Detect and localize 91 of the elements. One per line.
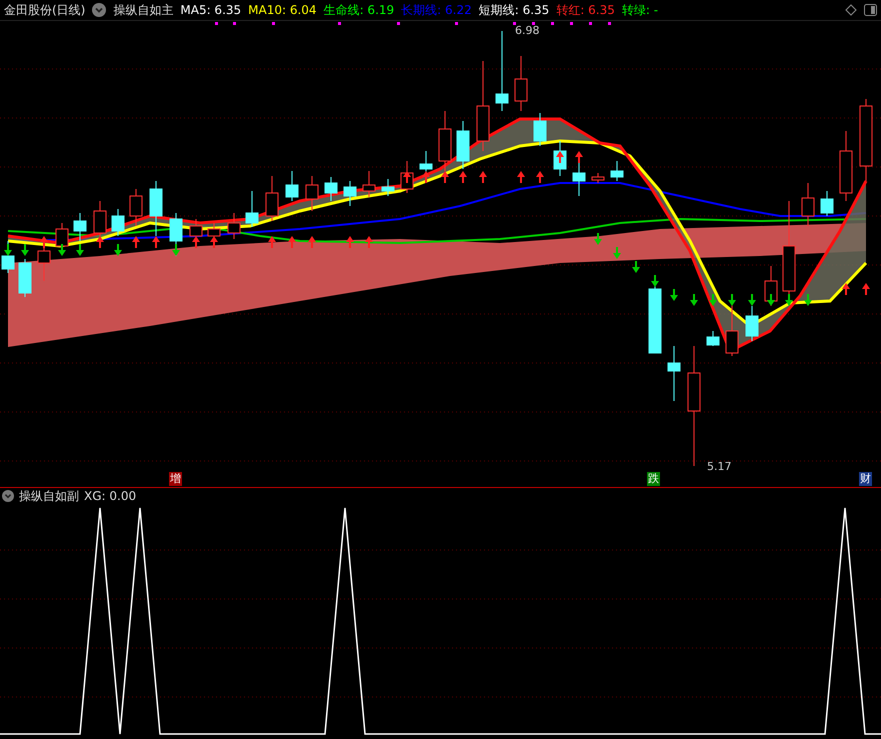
up-arrow [346, 236, 354, 248]
signal-marker: 跌 [647, 472, 660, 486]
candlestick [746, 306, 758, 342]
up-arrow [479, 171, 487, 183]
down-arrow [594, 233, 602, 245]
candlestick [648, 286, 662, 354]
up-arrow [575, 151, 583, 163]
candlestick [592, 172, 604, 184]
panel-toggle-icon[interactable] [864, 4, 877, 16]
down-arrow [21, 244, 29, 256]
legend-value: MA5: 6.35 [180, 3, 242, 17]
up-arrow [842, 283, 850, 295]
down-arrow [76, 244, 84, 256]
down-arrow [172, 244, 180, 256]
candlestick [2, 240, 14, 274]
indicator-name: 操纵自如主 [113, 2, 174, 18]
xg-reading: XG: 0.00 [84, 489, 136, 503]
candlestick [456, 120, 470, 170]
down-arrow [728, 294, 736, 306]
candlestick [266, 176, 278, 222]
chevron-down-icon[interactable] [2, 490, 14, 502]
up-arrow [556, 151, 564, 163]
legend-value: MA10: 6.04 [248, 3, 317, 17]
up-arrow [96, 236, 104, 248]
down-arrow [613, 247, 621, 259]
down-arrow [785, 294, 793, 306]
candlestick [130, 188, 142, 226]
candlestick [246, 190, 258, 228]
signal-marker: 增 [169, 472, 182, 486]
candlestick [112, 208, 124, 236]
down-arrow [804, 294, 812, 306]
down-arrow [767, 294, 775, 306]
indicator-name: 操纵自如副 [19, 488, 79, 504]
candlestick [324, 176, 338, 202]
legend-value: 长期线: 6.22 [401, 2, 472, 18]
up-arrow [268, 236, 276, 248]
up-arrow [192, 236, 200, 248]
up-arrow [441, 171, 449, 183]
signal-marker: 财 [859, 472, 872, 486]
up-arrow [403, 171, 411, 183]
down-arrow [709, 294, 717, 306]
low-price-label: 5.17 [707, 460, 732, 473]
candlestick [820, 190, 834, 216]
candlestick [534, 112, 546, 146]
candlestick [306, 176, 318, 212]
down-arrow [4, 244, 12, 256]
down-arrow [748, 294, 756, 306]
candlestick [286, 170, 298, 202]
stock-title: 金田股份(日线) [4, 2, 86, 18]
candlestick [362, 170, 376, 198]
up-arrow [132, 236, 140, 248]
up-arrow [862, 283, 870, 295]
candlestick [668, 346, 680, 402]
up-arrow [365, 236, 373, 248]
candlestick [764, 266, 778, 306]
down-arrow [58, 244, 66, 256]
up-arrow [536, 171, 544, 183]
down-arrow [114, 244, 122, 256]
down-arrow [690, 294, 698, 306]
candlestick [802, 182, 814, 226]
diamond-icon[interactable] [845, 4, 857, 16]
candlestick [344, 180, 356, 206]
legend-value: 转绿: - [622, 2, 658, 18]
legend-value: 转红: 6.35 [556, 2, 615, 18]
candlestick [514, 56, 528, 112]
candlestick [18, 258, 32, 298]
candlestick [228, 212, 240, 240]
up-arrow [152, 236, 160, 248]
legend-value: 生命线: 6.19 [324, 2, 394, 18]
candlestick [170, 212, 182, 256]
candlestick [572, 160, 586, 196]
down-arrow [651, 275, 659, 287]
candlestick [840, 130, 852, 202]
legend-value: 短期线: 6.35 [478, 2, 550, 18]
up-arrow [517, 171, 525, 183]
candlestick [438, 110, 452, 172]
up-arrow [459, 171, 467, 183]
up-arrow [210, 236, 218, 248]
candlestick [706, 330, 720, 346]
candlestick [382, 178, 394, 196]
candlestick [610, 160, 624, 182]
down-arrow [670, 289, 678, 301]
candlestick [150, 180, 162, 236]
chevron-down-icon[interactable] [92, 3, 106, 17]
candlestick [74, 212, 86, 242]
high-price-label: 6.98 [515, 24, 540, 37]
up-arrow [422, 171, 430, 183]
up-arrow [40, 236, 48, 248]
down-arrow [632, 261, 640, 273]
up-arrow [288, 236, 296, 248]
up-arrow [308, 236, 316, 248]
